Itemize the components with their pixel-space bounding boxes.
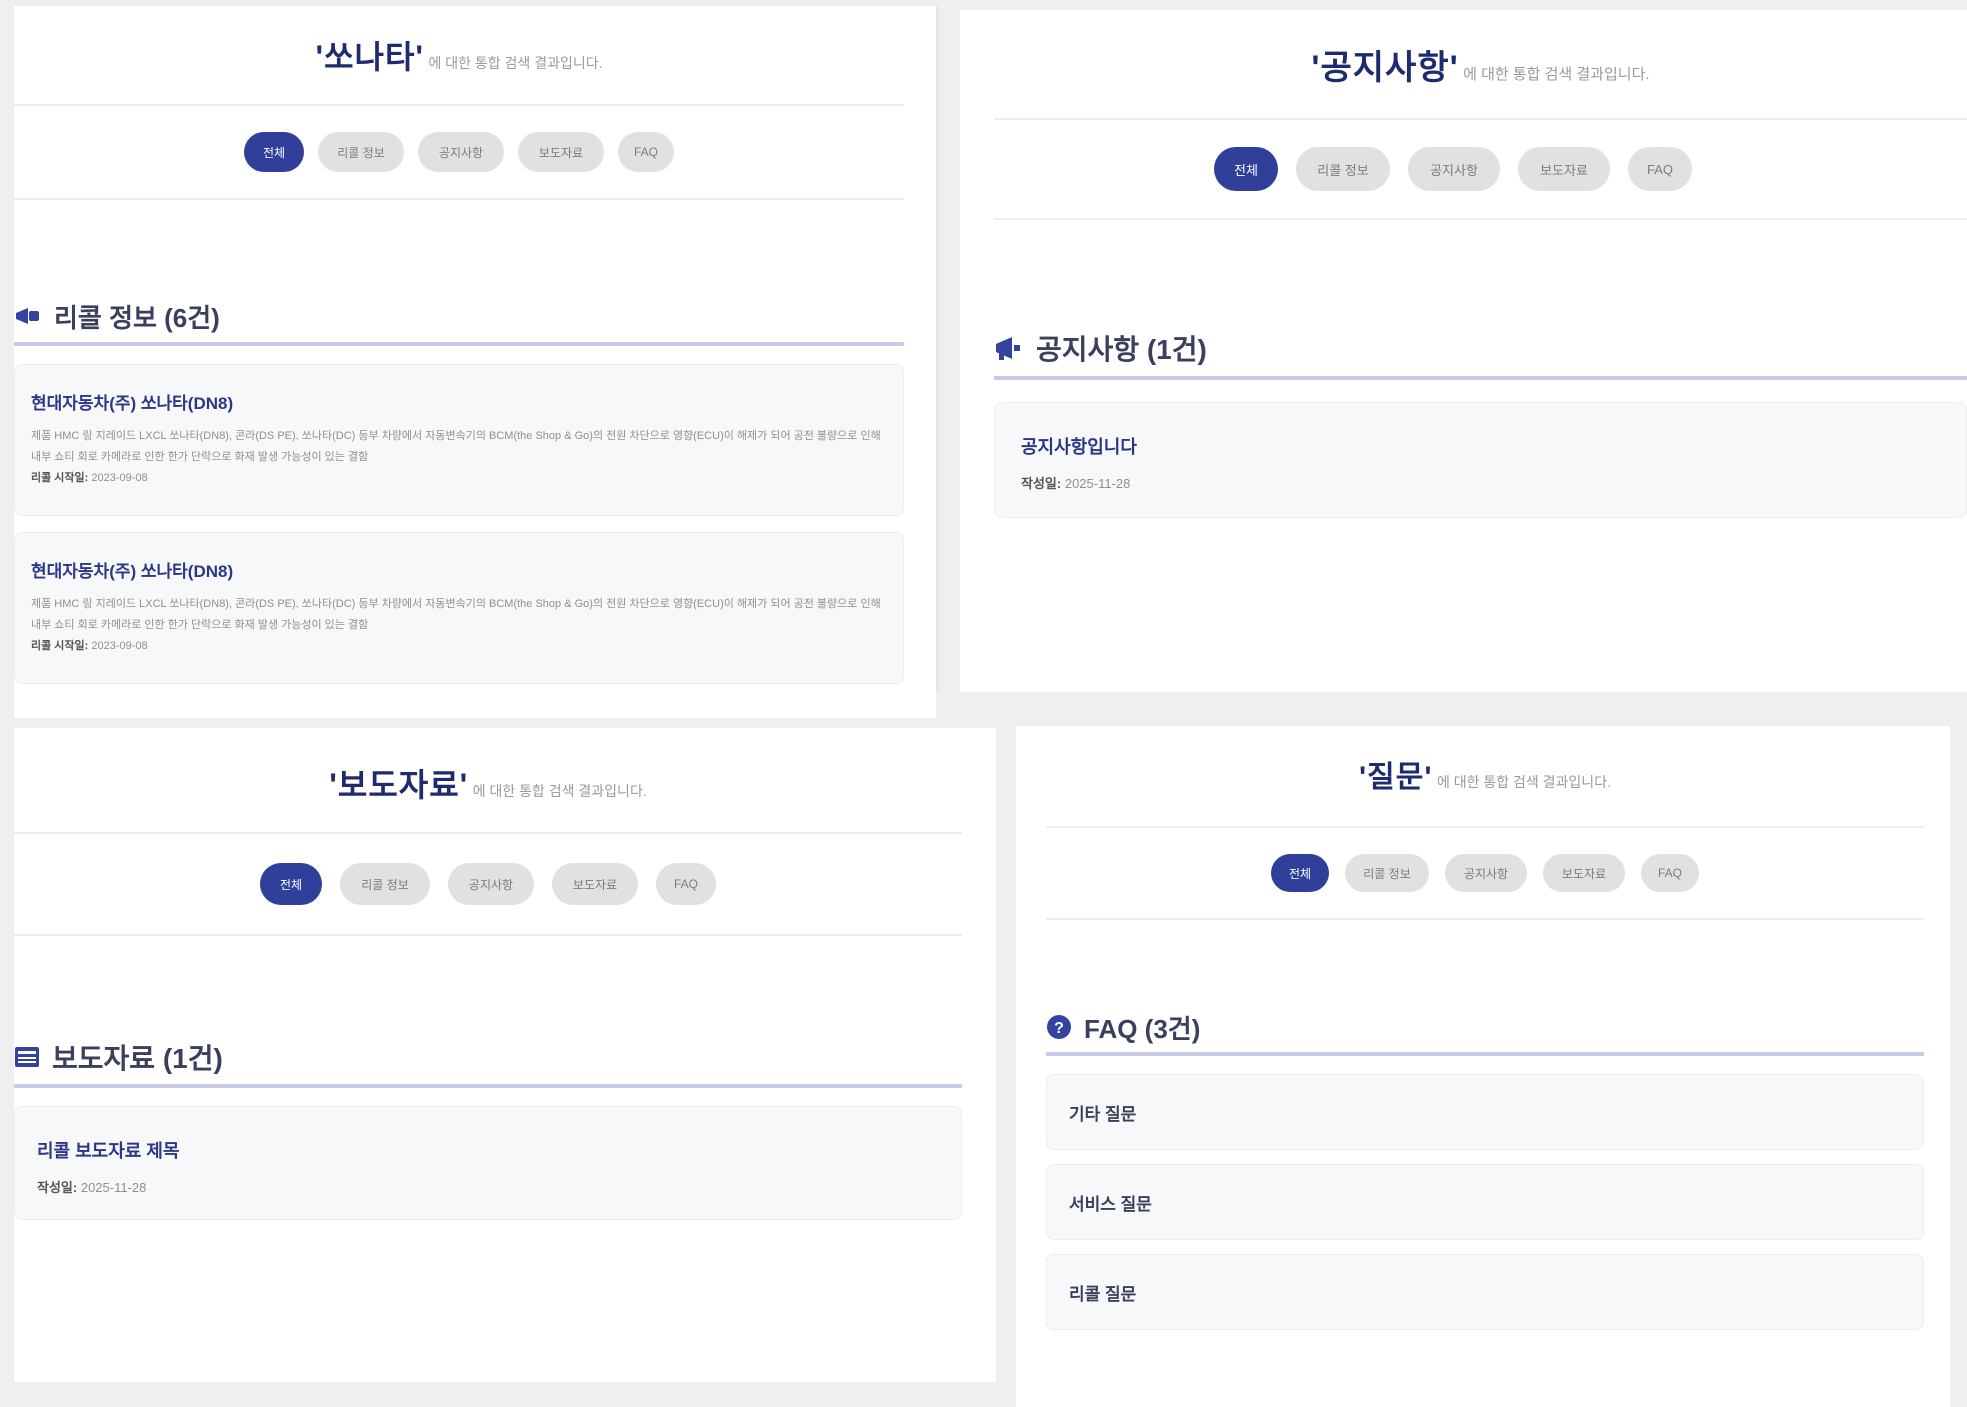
card-date: 작성일: 2025-11-28: [37, 1177, 939, 1196]
section-title: 보도자료 (1건): [52, 1043, 223, 1074]
section-title: 공지사항 (1건): [1036, 334, 1207, 365]
tab-recall[interactable]: 리콜 정보: [1345, 854, 1429, 892]
press-card[interactable]: 리콜 보도자료 제목 작성일: 2025-11-28: [14, 1106, 962, 1220]
section-title: 리콜 정보 (6건): [54, 302, 220, 333]
search-result-suffix: 에 대한 통합 검색 결과입니다.: [1436, 774, 1611, 790]
recall-card[interactable]: 현대자동차(주) 쏘나타(DN8) 제품 HMC 링 지레이드 LXCL 쏘나타…: [14, 532, 904, 684]
tab-press[interactable]: 보도자료: [1518, 147, 1610, 191]
section-header: ? FAQ (3건): [1046, 1002, 1924, 1056]
notice-card[interactable]: 공지사항입니다 작성일: 2025-11-28: [994, 402, 1967, 518]
card-date-value: 2023-09-08: [91, 472, 148, 484]
section-title: FAQ (3건): [1084, 1013, 1201, 1044]
filter-tabs: 전체 리콜 정보 공지사항 보도자료 FAQ: [1046, 828, 1924, 920]
card-date-value: 2023-09-08: [91, 640, 148, 652]
megaphone-icon: [14, 305, 42, 327]
tab-recall[interactable]: 리콜 정보: [340, 863, 430, 905]
tab-faq[interactable]: FAQ: [618, 132, 674, 172]
search-result-header: '쏘나타' 에 대한 통합 검색 결과입니다.: [14, 32, 904, 106]
newspaper-icon: [14, 1045, 40, 1069]
tab-all[interactable]: 전체: [260, 863, 322, 905]
card-date-label: 작성일:: [1021, 476, 1062, 491]
section-header: 공지사항 (1건): [994, 320, 1967, 380]
tab-notice[interactable]: 공지사항: [1445, 854, 1527, 892]
section-header: 리콜 정보 (6건): [14, 290, 904, 346]
faq-question[interactable]: 리콜 질문: [1069, 1280, 1136, 1305]
card-title[interactable]: 리콜 보도자료 제목: [37, 1137, 939, 1163]
card-date-value: 2025-11-28: [1064, 476, 1131, 491]
card-title[interactable]: 현대자동차(주) 쏘나타(DN8): [31, 557, 887, 582]
card-date: 리콜 시작일: 2023-09-08: [31, 636, 887, 656]
tab-faq[interactable]: FAQ: [656, 863, 716, 905]
faq-question[interactable]: 기타 질문: [1069, 1100, 1136, 1125]
search-keyword: '질문': [1359, 761, 1433, 794]
tab-all[interactable]: 전체: [1271, 854, 1329, 892]
tab-notice[interactable]: 공지사항: [448, 863, 534, 905]
tab-press[interactable]: 보도자료: [1543, 854, 1625, 892]
tab-faq[interactable]: FAQ: [1641, 854, 1699, 892]
question-circle-icon: ?: [1046, 1014, 1072, 1040]
tab-recall[interactable]: 리콜 정보: [1296, 147, 1390, 191]
card-date: 리콜 시작일: 2023-09-08: [31, 468, 887, 488]
card-date-label: 작성일:: [37, 1180, 78, 1195]
search-result-suffix: 에 대한 통합 검색 결과입니다.: [472, 783, 647, 799]
search-keyword: '보도자료': [329, 767, 469, 803]
tab-recall[interactable]: 리콜 정보: [318, 132, 404, 172]
faq-item[interactable]: 기타 질문: [1046, 1074, 1924, 1150]
section-header: 보도자료 (1건): [14, 1030, 962, 1088]
search-result-suffix: 에 대한 통합 검색 결과입니다.: [428, 55, 603, 71]
card-title[interactable]: 현대자동차(주) 쏘나타(DN8): [31, 389, 887, 414]
card-date-value: 2025-11-28: [80, 1180, 147, 1195]
search-result-suffix: 에 대한 통합 검색 결과입니다.: [1463, 66, 1650, 83]
card-description: 제품 HMC 링 지레이드 LXCL 쏘나타(DN8), 콘라(DS PE), …: [31, 598, 881, 631]
card-date-label: 리콜 시작일:: [31, 472, 89, 484]
recall-card[interactable]: 현대자동차(주) 쏘나타(DN8) 제품 HMC 링 지레이드 LXCL 쏘나타…: [14, 364, 904, 516]
filter-tabs: 전체 리콜 정보 공지사항 보도자료 FAQ: [994, 120, 1967, 220]
faq-item[interactable]: 리콜 질문: [1046, 1254, 1924, 1330]
bullhorn-icon: [994, 335, 1024, 361]
tab-all[interactable]: 전체: [1214, 147, 1278, 191]
tab-press[interactable]: 보도자료: [552, 863, 638, 905]
tab-all[interactable]: 전체: [244, 132, 304, 172]
card-date: 작성일: 2025-11-28: [1021, 473, 1940, 492]
tab-notice[interactable]: 공지사항: [418, 132, 504, 172]
card-title[interactable]: 공지사항입니다: [1021, 433, 1940, 459]
faq-question[interactable]: 서비스 질문: [1069, 1190, 1152, 1215]
search-keyword: '공지사항': [1311, 49, 1459, 87]
search-result-header: '보도자료' 에 대한 통합 검색 결과입니다.: [14, 760, 962, 834]
search-keyword: '쏘나타': [315, 39, 425, 75]
svg-text:?: ?: [1054, 1020, 1064, 1037]
search-result-header: '공지사항' 에 대한 통합 검색 결과입니다.: [994, 40, 1967, 120]
card-description: 제품 HMC 링 지레이드 LXCL 쏘나타(DN8), 콘라(DS PE), …: [31, 430, 881, 463]
filter-tabs: 전체 리콜 정보 공지사항 보도자료 FAQ: [14, 834, 962, 936]
panel-divider: [936, 6, 939, 692]
tab-press[interactable]: 보도자료: [518, 132, 604, 172]
tab-faq[interactable]: FAQ: [1628, 147, 1692, 191]
card-date-label: 리콜 시작일:: [31, 640, 89, 652]
faq-item[interactable]: 서비스 질문: [1046, 1164, 1924, 1240]
filter-tabs: 전체 리콜 정보 공지사항 보도자료 FAQ: [14, 106, 904, 200]
search-result-header: '질문' 에 대한 통합 검색 결과입니다.: [1046, 752, 1924, 828]
tab-notice[interactable]: 공지사항: [1408, 147, 1500, 191]
